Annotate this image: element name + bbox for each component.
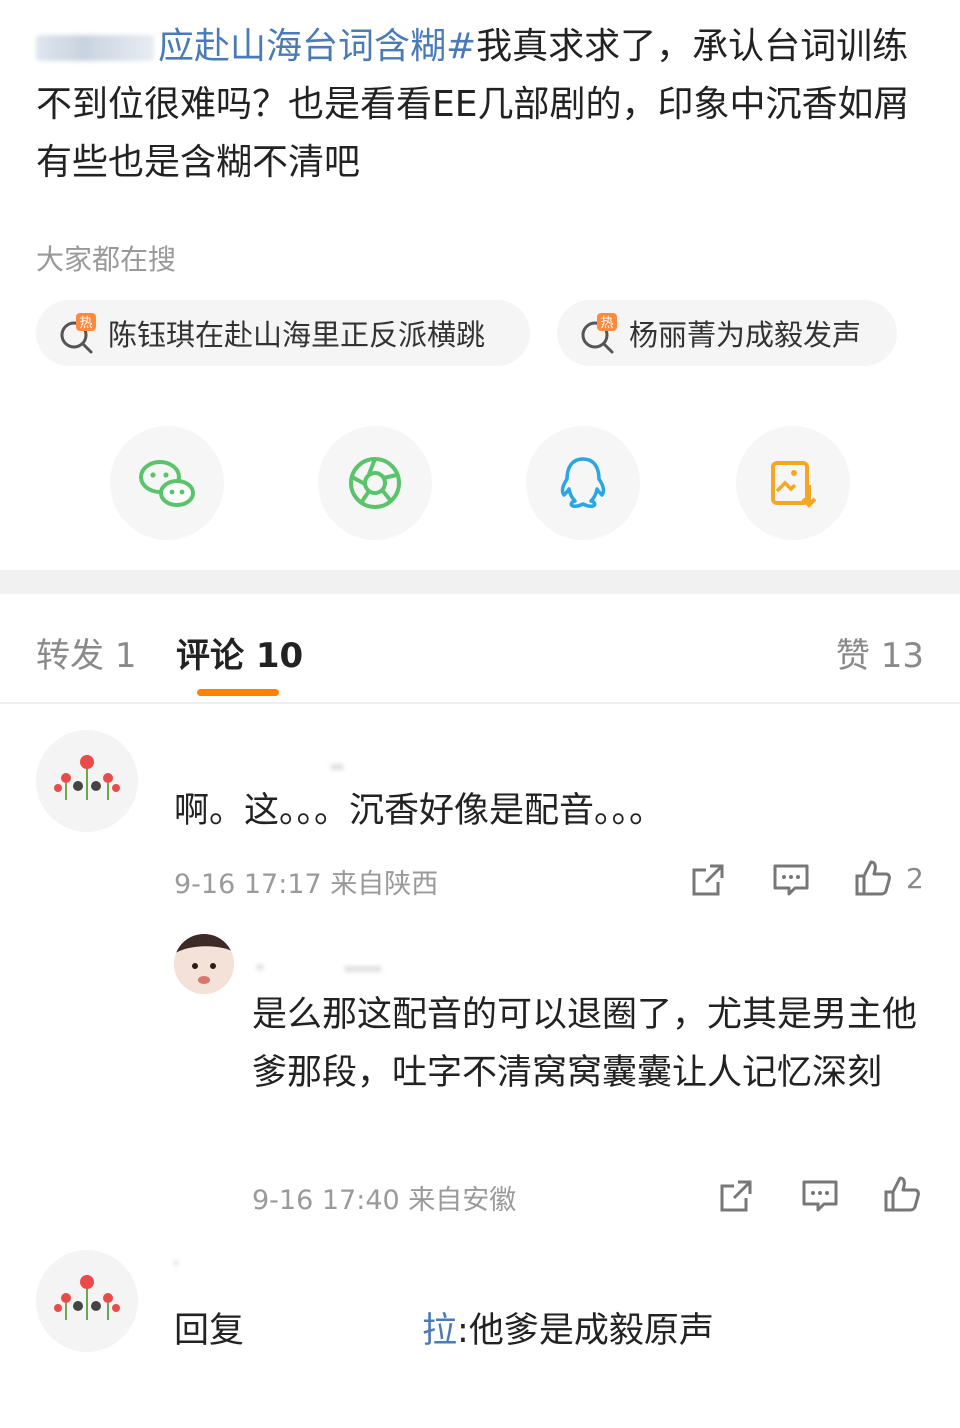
hot-search-icon: 热: [581, 313, 617, 354]
comment-icon: [773, 864, 809, 896]
save-image-button[interactable]: [736, 426, 850, 540]
share-wechat-button[interactable]: [110, 426, 224, 540]
comment-icon: [802, 1180, 838, 1212]
comment-location: 来自陕西: [330, 869, 439, 900]
trending-search-title: 大家都在搜: [36, 243, 177, 276]
moments-icon: [349, 457, 401, 509]
reply-reply-button[interactable]: [800, 1176, 840, 1216]
trending-chip-2[interactable]: 热 杨丽菁为成毅发声: [557, 300, 897, 366]
tab-likes-label: 赞: [835, 636, 870, 676]
trending-chip-label: 陈钰琪在赴山海里正反派横跳: [108, 318, 486, 352]
svg-text:热: 热: [600, 316, 613, 331]
reply-text: 是么那这配音的可以退圈了，尤其是男主他爹那段，吐字不清窝窝囊囊让人记忆深刻: [252, 995, 918, 1093]
tab-repost-label: 转发: [36, 636, 104, 676]
comment-meta: 9-16 17:17 来自陕西: [174, 862, 438, 901]
qq-icon: [560, 457, 606, 508]
avatar[interactable]: [36, 730, 138, 832]
reply-location: 来自安徽: [408, 1185, 517, 1216]
trending-chip-label: 杨丽菁为成毅发声: [629, 318, 862, 352]
post-text: 应赴山海台词含糊#我真求求了，承认台词训练不到位很难吗？也是看看EE几部剧的，印…: [36, 18, 926, 192]
share-icon: [692, 864, 724, 896]
tab-likes[interactable]: 赞 13: [836, 628, 924, 677]
hot-search-icon: 热: [60, 313, 96, 354]
comment-text: 啊。这。。。沉香好像是配音。。。: [174, 791, 665, 831]
portrait-avatar-image: [174, 934, 234, 994]
reply-prefix: 回复: [174, 1311, 245, 1351]
tab-repost-count: 1: [114, 636, 137, 676]
share-icon: [720, 1180, 752, 1212]
trending-chip-1[interactable]: 热 陈钰琪在赴山海里正反派横跳: [36, 300, 530, 366]
topic-link[interactable]: 应赴山海台词含糊#: [158, 26, 476, 67]
section-divider: [0, 570, 960, 594]
save-image-icon: [771, 461, 817, 508]
tab-repost[interactable]: 转发 1: [36, 628, 136, 677]
blurred-username: [344, 966, 382, 972]
reply-meta: 9-16 17:40 来自安徽: [252, 1178, 516, 1217]
blurred-username: [330, 764, 344, 770]
thumbs-up-icon: [884, 1176, 920, 1212]
tabs-divider: [0, 702, 960, 704]
tab-comments-count: 10: [255, 636, 304, 676]
svg-text:热: 热: [79, 316, 92, 331]
avatar[interactable]: [174, 934, 234, 994]
reply-time: 9-16 17:40: [252, 1185, 400, 1216]
mention-link[interactable]: 拉: [422, 1311, 457, 1351]
flower-avatar-image: [54, 755, 120, 800]
thumbs-up-icon: [855, 860, 891, 896]
flower-avatar-image: [54, 1275, 120, 1320]
share-qq-button[interactable]: [526, 426, 640, 540]
comment-time: 9-16 17:17: [174, 869, 322, 900]
like-comment-button[interactable]: [853, 858, 893, 898]
share-reply-button[interactable]: [716, 1176, 756, 1216]
like-reply-button[interactable]: [882, 1174, 922, 1214]
comment-text: 回复 拉:他爹是成毅原声: [174, 1302, 714, 1360]
tab-comments[interactable]: 评论 10: [176, 628, 303, 677]
avatar[interactable]: [36, 1250, 138, 1352]
reply-comment-button[interactable]: [771, 860, 811, 900]
tab-likes-count: 13: [880, 636, 924, 676]
blurred-username: [256, 964, 264, 970]
blurred-username: [174, 1260, 178, 1266]
wechat-icon: [139, 460, 195, 507]
comment-like-count: 2: [906, 862, 924, 895]
share-comment-button[interactable]: [688, 860, 728, 900]
blurred-topic-start: [36, 35, 154, 61]
share-moments-button[interactable]: [318, 426, 432, 540]
comment-body: :他爹是成毅原声: [457, 1311, 714, 1351]
active-tab-indicator: [197, 689, 279, 696]
tab-comments-label: 评论: [176, 636, 244, 676]
